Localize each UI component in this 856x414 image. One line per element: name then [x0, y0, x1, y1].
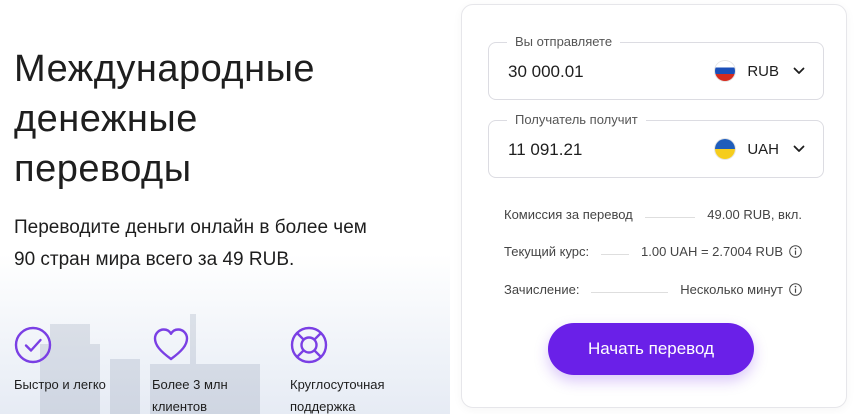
- russia-flag-icon: [715, 61, 736, 81]
- leader-line: [591, 291, 669, 293]
- feature-clients: Более 3 млн клиентов: [152, 326, 282, 414]
- heart-icon: [153, 328, 189, 361]
- feature-fast: Быстро и легко: [14, 326, 144, 396]
- leader-line: [601, 253, 629, 255]
- crediting-label: Зачисление:: [504, 281, 580, 297]
- crediting-row: Зачисление: Несколько минут: [504, 280, 802, 298]
- feature-label: Быстро и легко: [14, 377, 106, 392]
- exchange-rate-label: Текущий курс:: [504, 243, 590, 259]
- features-list: Быстро и легко Более 3 млн клиентов Круг…: [14, 326, 450, 414]
- transfer-calculator: Вы отправляете 30 000.01 RUB Получатель …: [461, 4, 847, 408]
- exchange-rate-value: 1.00 UAH = 2.7004 RUB: [641, 243, 783, 259]
- crediting-value: Несколько минут: [680, 281, 783, 297]
- receive-field-label: Получатель получит: [507, 112, 646, 128]
- feature-label: Более 3 млн клиентов: [152, 377, 228, 414]
- check-circle-icon: [14, 326, 52, 364]
- receive-amount-field[interactable]: Получатель получит 11 091.21 UAH: [488, 112, 824, 178]
- ukraine-flag-icon: [715, 139, 736, 159]
- hero-section: Международные денежные переводы Переводи…: [0, 0, 450, 414]
- send-currency-code: RUB: [747, 62, 779, 80]
- leader-line: [644, 216, 696, 218]
- commission-value: 49.00 RUB, вкл.: [707, 206, 802, 222]
- send-amount-input[interactable]: 30 000.01: [508, 61, 584, 83]
- start-transfer-button[interactable]: Начать перевод: [548, 323, 754, 375]
- page-subtitle: Переводите деньги онлайн в более чем 90 …: [14, 217, 367, 270]
- commission-label: Комиссия за перевод: [504, 206, 633, 222]
- info-icon[interactable]: [789, 244, 802, 258]
- send-field-label: Вы отправляете: [507, 34, 621, 50]
- info-icon[interactable]: [789, 282, 802, 296]
- receive-currency-code: UAH: [747, 140, 779, 158]
- commission-row: Комиссия за перевод 49.00 RUB, вкл.: [504, 205, 802, 223]
- send-currency-select[interactable]: RUB: [715, 59, 805, 83]
- lifebuoy-icon: [290, 326, 328, 364]
- feature-label: Круглосуточная поддержка: [290, 377, 385, 414]
- receive-currency-select[interactable]: UAH: [715, 137, 805, 161]
- exchange-rate-row: Текущий курс: 1.00 UAH = 2.7004 RUB: [504, 242, 802, 260]
- page-title: Международные денежные переводы: [14, 48, 316, 190]
- chevron-down-icon: [793, 67, 805, 74]
- chevron-down-icon: [793, 145, 805, 152]
- receive-amount-input[interactable]: 11 091.21: [508, 139, 582, 161]
- feature-support: Круглосуточная поддержка: [290, 326, 420, 414]
- send-amount-field[interactable]: Вы отправляете 30 000.01 RUB: [488, 34, 824, 100]
